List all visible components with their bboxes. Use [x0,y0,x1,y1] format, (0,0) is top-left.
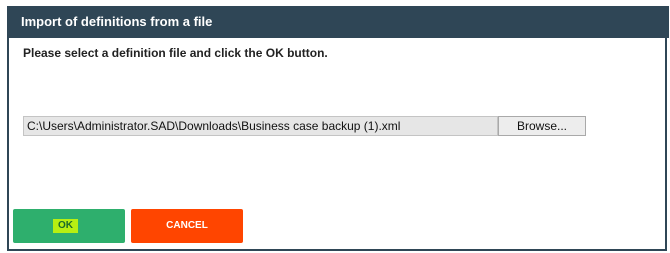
file-path-field[interactable]: C:\Users\Administrator.SAD\Downloads\Bus… [23,116,498,136]
browse-button[interactable]: Browse... [498,116,586,136]
dialog-title: Import of definitions from a file [7,6,669,38]
instruction-text: Please select a definition file and clic… [23,46,328,60]
cancel-button[interactable]: CANCEL [131,209,243,243]
ok-button[interactable]: OK [13,209,125,243]
import-definitions-dialog: Import of definitions from a file Please… [7,6,669,251]
ok-button-label: OK [53,219,78,233]
